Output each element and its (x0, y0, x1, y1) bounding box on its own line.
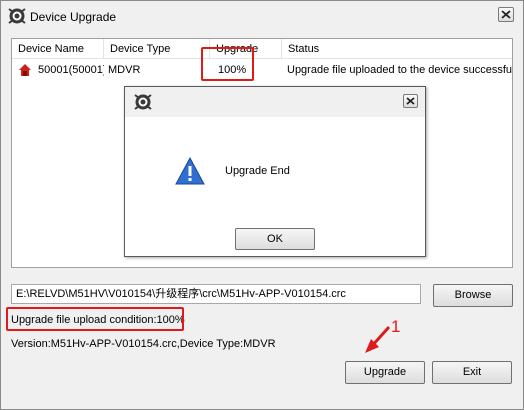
ok-button[interactable]: OK (235, 228, 315, 250)
upload-condition-highlight-box (6, 307, 184, 331)
upgrade-button[interactable]: Upgrade (345, 361, 425, 384)
close-icon (501, 10, 511, 19)
close-icon (406, 97, 415, 105)
dialog-close-button[interactable] (403, 94, 418, 108)
window-title: Device Upgrade (30, 10, 117, 24)
app-logo-icon (134, 94, 152, 110)
upgrade-end-dialog: Upgrade End OK (124, 86, 426, 257)
device-type-cell: MDVR (108, 64, 141, 76)
browse-button[interactable]: Browse (433, 284, 513, 307)
device-upgrade-window: Device Upgrade Device Name Device Type U… (0, 0, 524, 410)
device-icon (19, 64, 31, 76)
exit-button[interactable]: Exit (432, 361, 512, 384)
window-close-button[interactable] (498, 7, 514, 22)
device-name-cell: 50001(50001) (38, 64, 104, 76)
table-row[interactable]: 50001(50001) MDVR 100% Upgrade file uplo… (12, 61, 512, 79)
column-status[interactable]: Status (282, 39, 512, 59)
dialog-message: Upgrade End (225, 165, 290, 177)
app-logo-icon (8, 8, 26, 24)
annotation-number: 1 (391, 317, 401, 336)
file-path-field[interactable]: E:\RELVD\M51HV\V010154\升级程序\crc\M51Hv-AP… (11, 284, 421, 304)
upgrade-highlight-box (201, 47, 254, 81)
column-device-type[interactable]: Device Type (104, 39, 210, 59)
column-device-name[interactable]: Device Name (12, 39, 104, 59)
warning-icon (175, 157, 205, 185)
status-cell: Upgrade file uploaded to the device succ… (287, 64, 512, 76)
version-info-text: Version:M51Hv-APP-V010154.crc,Device Typ… (11, 338, 276, 350)
title-bar: Device Upgrade (1, 1, 523, 31)
list-header: Device Name Device Type Upgrade Status (12, 39, 512, 59)
